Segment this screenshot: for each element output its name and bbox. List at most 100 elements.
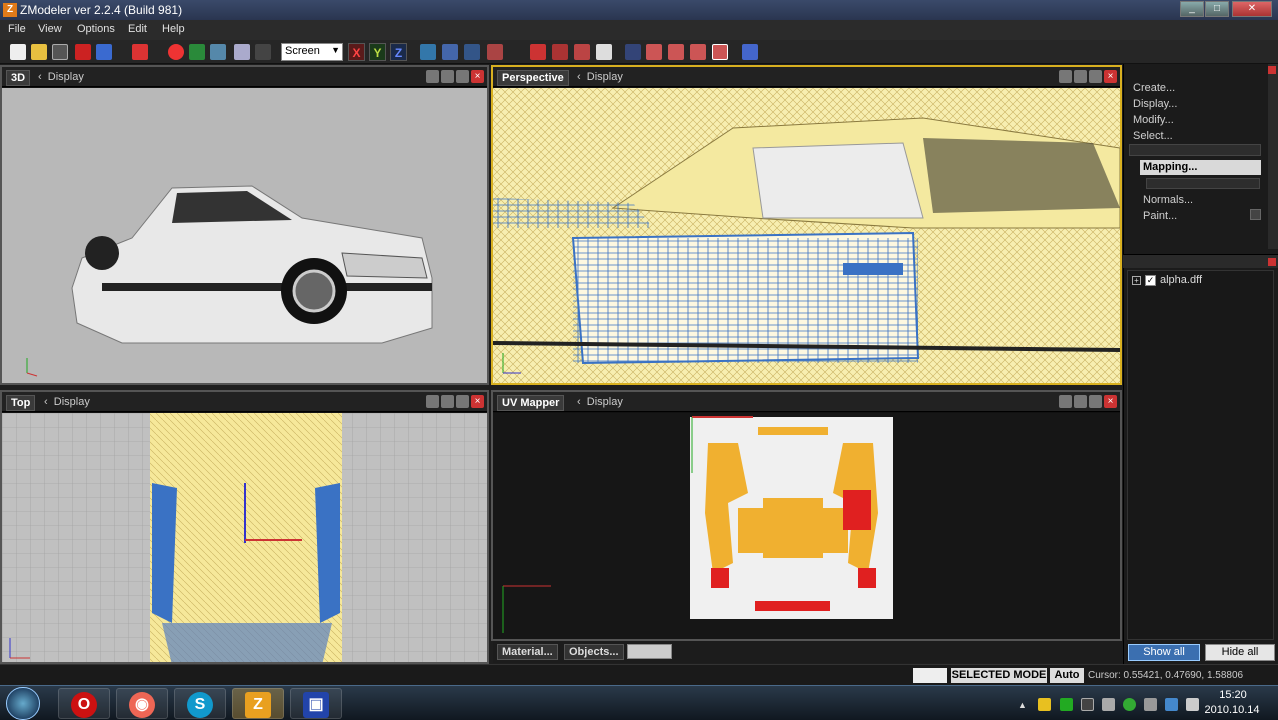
axis-x-toggle[interactable]: X — [348, 43, 365, 61]
taskbar-opera[interactable]: O — [58, 688, 110, 719]
auto-indicator[interactable]: Auto — [1050, 668, 1084, 683]
delete-icon[interactable] — [75, 44, 91, 60]
tray-expand-icon[interactable]: ▲ — [1018, 700, 1027, 710]
create-menu[interactable]: Create... — [1133, 82, 1175, 94]
paint-option-box[interactable] — [1250, 209, 1261, 220]
menu-help[interactable]: Help — [162, 23, 185, 35]
display-menu[interactable]: ‹ Display — [577, 71, 623, 83]
maximize-icon[interactable] — [456, 70, 469, 83]
arrow-tool-icon[interactable] — [742, 44, 758, 60]
pivot-icon[interactable] — [625, 44, 641, 60]
zoom-icon[interactable] — [1059, 395, 1072, 408]
display-menu[interactable]: ‹ Display — [577, 396, 623, 408]
close-icon[interactable]: × — [1104, 395, 1117, 408]
taskbar-firefox[interactable]: ◉ — [116, 688, 168, 719]
pan-icon[interactable] — [441, 70, 454, 83]
maximize-icon[interactable] — [1089, 395, 1102, 408]
tray-monitor-icon[interactable] — [1144, 698, 1157, 711]
panel-scrollbar[interactable] — [1268, 64, 1278, 249]
normals-command[interactable]: Normals... — [1143, 194, 1193, 206]
close-icon[interactable] — [1268, 258, 1276, 266]
rotate-tool-icon[interactable] — [464, 44, 480, 60]
axis-z-toggle[interactable]: Z — [390, 43, 407, 61]
lasso-select-icon[interactable] — [690, 44, 706, 60]
close-icon[interactable]: × — [1104, 70, 1117, 83]
undo-icon[interactable] — [132, 44, 148, 60]
expand-icon[interactable]: + — [1132, 276, 1141, 285]
layers-icon[interactable] — [210, 44, 226, 60]
viewport-label[interactable]: Top — [6, 395, 36, 411]
viewport-canvas[interactable] — [493, 88, 1120, 383]
maximize-icon[interactable] — [1089, 70, 1102, 83]
display-menu[interactable]: ‹ Display — [38, 71, 84, 83]
coordinate-system-select[interactable]: Screen ▼ — [281, 43, 343, 61]
document-icon[interactable] — [234, 44, 250, 60]
zoom-icon[interactable] — [1059, 70, 1072, 83]
objects-tab[interactable]: Objects... — [564, 644, 624, 660]
paint-command[interactable]: Paint... — [1143, 210, 1177, 222]
menu-file[interactable]: File — [8, 23, 26, 35]
minimize-button[interactable]: _ — [1180, 1, 1204, 17]
modify-command[interactable]: Modify... — [1133, 114, 1174, 126]
viewport-label[interactable]: Perspective — [497, 70, 569, 86]
viewport-perspective[interactable]: Perspective ‹ Display × — [491, 65, 1122, 385]
close-icon[interactable]: × — [471, 395, 484, 408]
tree-item-label[interactable]: alpha.dff — [1160, 274, 1202, 286]
viewport-uv-mapper[interactable]: UV Mapper ‹ Display × — [491, 390, 1122, 641]
pan-icon[interactable] — [441, 395, 454, 408]
show-all-button[interactable]: Show all — [1128, 644, 1200, 661]
maximize-icon[interactable] — [456, 395, 469, 408]
select-tool-icon[interactable] — [420, 44, 436, 60]
face-mode-icon[interactable] — [574, 44, 590, 60]
taskbar-app[interactable]: ▣ — [290, 688, 342, 719]
zoom-icon[interactable] — [426, 70, 439, 83]
maximize-button[interactable]: □ — [1205, 1, 1229, 17]
select-command[interactable]: Select... — [1133, 130, 1173, 142]
visibility-checkbox[interactable]: ✓ — [1145, 275, 1156, 286]
zoom-icon[interactable] — [426, 395, 439, 408]
pan-icon[interactable] — [1074, 395, 1087, 408]
redo-icon[interactable] — [255, 44, 271, 60]
open-file-icon[interactable] — [31, 44, 47, 60]
viewport-canvas[interactable] — [493, 413, 1120, 639]
record-icon[interactable] — [168, 44, 184, 60]
axis-y-toggle[interactable]: Y — [369, 43, 386, 61]
edge-mode-icon[interactable] — [552, 44, 568, 60]
save-icon[interactable] — [52, 44, 68, 60]
grid-icon[interactable] — [189, 44, 205, 60]
box-select-icon[interactable] — [646, 44, 662, 60]
paint-select-icon[interactable] — [712, 44, 728, 60]
close-button[interactable]: ✕ — [1232, 1, 1272, 17]
viewport-3d[interactable]: 3D ‹ Display × — [0, 65, 489, 385]
close-icon[interactable]: × — [471, 70, 484, 83]
copy-icon[interactable] — [96, 44, 112, 60]
texture-swatch[interactable] — [627, 644, 672, 659]
circle-select-icon[interactable] — [668, 44, 684, 60]
display-command[interactable]: Display... — [1133, 98, 1177, 110]
tray-status-icon[interactable] — [1123, 698, 1136, 711]
tray-app-icon[interactable] — [1060, 698, 1073, 711]
menu-view[interactable]: View — [38, 23, 62, 35]
display-menu[interactable]: ‹ Display — [44, 396, 90, 408]
viewport-label[interactable]: UV Mapper — [497, 395, 565, 411]
tray-network-icon[interactable] — [1102, 698, 1115, 711]
close-icon[interactable] — [1268, 66, 1276, 74]
object-mode-icon[interactable] — [596, 44, 612, 60]
menu-edit[interactable]: Edit — [128, 23, 147, 35]
tray-update-icon[interactable] — [1165, 698, 1178, 711]
viewport-label[interactable]: 3D — [6, 70, 31, 86]
scale-tool-icon[interactable] — [487, 44, 503, 60]
viewport-canvas[interactable] — [2, 413, 487, 662]
material-tab[interactable]: Material... — [497, 644, 558, 660]
clock-date[interactable]: 2010.10.14 — [1202, 704, 1262, 716]
clock-time[interactable]: 15:20 — [1208, 689, 1258, 701]
hide-all-button[interactable]: Hide all — [1205, 644, 1275, 661]
move-tool-icon[interactable] — [442, 44, 458, 60]
start-orb-icon[interactable] — [6, 687, 40, 720]
tray-battery-icon[interactable] — [1081, 698, 1094, 711]
volume-icon[interactable] — [1186, 698, 1199, 711]
taskbar-zmodeler[interactable]: Z — [232, 688, 284, 719]
tray-folder-icon[interactable] — [1038, 698, 1051, 711]
menu-options[interactable]: Options — [77, 23, 115, 35]
pan-icon[interactable] — [1074, 70, 1087, 83]
